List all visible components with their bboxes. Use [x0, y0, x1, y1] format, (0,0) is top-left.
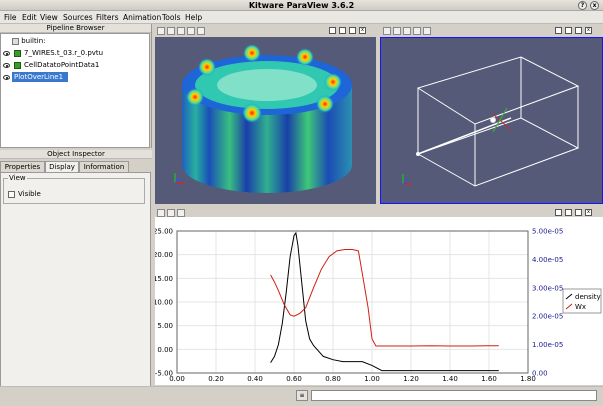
- line-chart-view[interactable]: 0.00 0.20 0.40 0.60 0.80 1.00 1.20 1.40 1.60 1.80…: [153, 217, 603, 385]
- eye-icon[interactable]: [3, 75, 10, 80]
- menu-help[interactable]: Help: [185, 13, 202, 22]
- pipeline-browser: Pipeline Browser builtin: 7_WIRES.t_03.r…: [0, 24, 152, 148]
- legend-label: Wx: [575, 303, 586, 311]
- y-right-tick-label: 4.00e-05: [532, 256, 563, 264]
- frustum-select-icon[interactable]: [413, 27, 421, 35]
- menu-tools[interactable]: Tools: [162, 13, 180, 22]
- y-left-tick-label: 5.00: [157, 322, 173, 330]
- window-titlebar: Kitware ParaView 3.6.2 ? x: [0, 0, 603, 11]
- x-tick-label: 0.20: [208, 375, 224, 383]
- close-view-icon[interactable]: x: [359, 27, 366, 34]
- select-cells-icon[interactable]: [167, 209, 175, 217]
- y-right-tick-label: 1.00e-05: [532, 341, 563, 349]
- pipeline-item-plotoverline[interactable]: PlotOverLine1: [1, 72, 151, 82]
- select-points-icon[interactable]: [177, 27, 185, 35]
- tab-properties[interactable]: Properties: [0, 161, 45, 172]
- menu-sources[interactable]: Sources: [63, 13, 93, 22]
- window-help-button[interactable]: ?: [578, 1, 587, 10]
- memory-icon[interactable]: ≡: [296, 390, 308, 401]
- y-right-tick-label: 3.00e-05: [532, 284, 563, 292]
- server-icon: [12, 37, 19, 45]
- tab-information[interactable]: Information: [79, 161, 129, 172]
- pipeline-item-builtin[interactable]: builtin:: [12, 36, 46, 46]
- inspector-tab-panel: [0, 172, 151, 390]
- legend-label: density: [575, 293, 601, 301]
- y-right-tick-label: 0.00: [532, 370, 548, 378]
- data-source-icon: [14, 50, 21, 57]
- view-group-label: View: [8, 174, 27, 182]
- close-view-icon[interactable]: x: [585, 27, 592, 34]
- split-horizontal-icon[interactable]: [555, 209, 562, 216]
- reset-camera-icon[interactable]: [157, 209, 165, 217]
- pipeline-item-source[interactable]: 7_WIRES.t_03.r_0.pvtu: [1, 48, 151, 58]
- split-horizontal-icon[interactable]: [555, 27, 562, 34]
- menu-edit[interactable]: Edit: [22, 13, 37, 22]
- zoom-to-box-icon[interactable]: [423, 27, 431, 35]
- render-view-cylinder[interactable]: [155, 37, 376, 204]
- orientation-axes: [174, 173, 184, 184]
- select-cells-icon[interactable]: [393, 27, 401, 35]
- eye-icon[interactable]: [3, 63, 10, 68]
- visible-checkbox-label: Visible: [18, 190, 41, 198]
- outline-box: [416, 56, 580, 187]
- maximize-icon[interactable]: [575, 27, 582, 34]
- x-tick-label: 0.80: [325, 375, 341, 383]
- line-chart: 0.00 0.20 0.40 0.60 0.80 1.00 1.20 1.40 1.60 1.80…: [153, 228, 602, 383]
- x-tick-label: 1.00: [364, 375, 380, 383]
- y-left-tick-label: 25.00: [155, 228, 173, 236]
- select-points-icon[interactable]: [403, 27, 411, 35]
- cylinder-render: [174, 44, 352, 193]
- frustum-select-icon[interactable]: [187, 27, 195, 35]
- split-vertical-icon[interactable]: [565, 209, 572, 216]
- split-horizontal-icon[interactable]: [329, 27, 336, 34]
- pipeline-tree: builtin: 7_WIRES.t_03.r_0.pvtu CellDatat…: [0, 33, 150, 148]
- y-left-tick-label: 20.00: [155, 251, 173, 259]
- eye-icon[interactable]: [3, 51, 10, 56]
- menu-file[interactable]: File: [4, 13, 17, 22]
- orientation-axes: [402, 174, 412, 185]
- filter-icon: [14, 62, 21, 69]
- split-vertical-icon[interactable]: [565, 27, 572, 34]
- x-tick-label: 1.20: [403, 375, 419, 383]
- plot-line-render: [402, 56, 580, 187]
- reset-camera-icon[interactable]: [383, 27, 391, 35]
- series-line-wx: [270, 249, 499, 347]
- y-right-tick-label: 2.00e-05: [532, 313, 563, 321]
- menu-animation[interactable]: Animation: [123, 13, 161, 22]
- menu-filters[interactable]: Filters: [96, 13, 118, 22]
- y-left-tick-label: 10.00: [155, 299, 173, 307]
- x-tick-label: 0.60: [286, 375, 302, 383]
- close-view-icon[interactable]: x: [585, 209, 592, 216]
- window-title: Kitware ParaView 3.6.2: [248, 1, 355, 10]
- progress-bar: [311, 390, 597, 401]
- probe-line: [417, 117, 512, 155]
- window-close-button[interactable]: x: [590, 1, 599, 10]
- status-bar: ≡: [0, 386, 603, 406]
- y-left-tick-label: -5.00: [155, 370, 173, 378]
- maximize-icon[interactable]: [575, 209, 582, 216]
- menu-view[interactable]: View: [40, 13, 58, 22]
- select-points-icon[interactable]: [177, 209, 185, 217]
- pipeline-browser-header: Pipeline Browser: [0, 24, 151, 33]
- zoom-to-box-icon[interactable]: [197, 27, 205, 35]
- x-tick-label: 1.60: [481, 375, 497, 383]
- object-inspector-header: Object Inspector: [0, 150, 152, 159]
- select-cells-icon[interactable]: [167, 27, 175, 35]
- split-vertical-icon[interactable]: [339, 27, 346, 34]
- tab-display[interactable]: Display: [45, 161, 79, 172]
- menu-bar: File Edit View Sources Filters Animation…: [0, 11, 603, 24]
- render-view-line[interactable]: [380, 37, 603, 204]
- y-left-tick-label: 15.00: [155, 275, 173, 283]
- pipeline-item-celldata[interactable]: CellDatatoPointData1: [1, 60, 151, 70]
- x-tick-label: 1.40: [442, 375, 458, 383]
- y-right-tick-label: 5.00e-05: [532, 228, 563, 236]
- view-group-box: View Visible: [3, 174, 145, 204]
- x-tick-label: 0.40: [247, 375, 263, 383]
- y-left-tick-label: 0.00: [157, 346, 173, 354]
- visible-checkbox[interactable]: [8, 191, 15, 198]
- reset-camera-icon[interactable]: [157, 27, 165, 35]
- maximize-icon[interactable]: [349, 27, 356, 34]
